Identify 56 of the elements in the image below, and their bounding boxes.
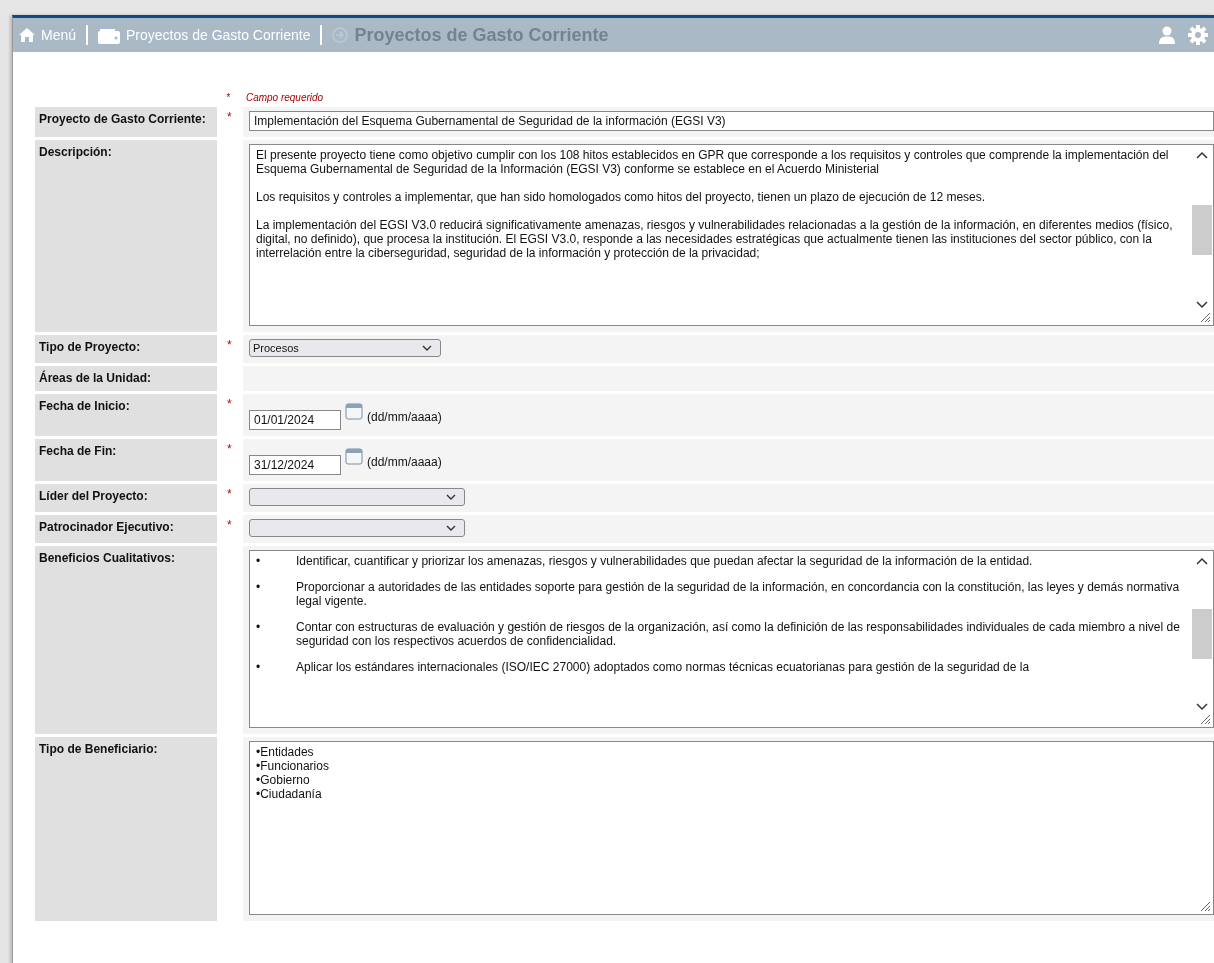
paragraph: El presente proyecto tiene como objetivo cumplir con los 108 hitos establecidos en GPR que corresponde a los requisitos y controles que comprende la implementación del Esquema Gubernamental de Seguridad de la Información (EGSI V3) conforme se establece en el Acuerdo Ministerial <box>256 148 1170 176</box>
text-field[interactable]: Implementación del Esquema Gubernamental de Seguridad de la información (EGSI V3) <box>249 111 1214 131</box>
resize-grip-icon[interactable] <box>1199 311 1211 323</box>
date-format-hint: (dd/mm/aaaa) <box>367 410 442 424</box>
required-mark: * <box>226 92 230 103</box>
required-mark: * <box>226 441 232 456</box>
chevron-down-icon <box>446 494 456 500</box>
home-icon <box>19 28 35 42</box>
paragraph: Proporcionar a autoridades de las entidades soporte para gestión de la seguridad de la información, en concordancia con la constitución, las leyes y demás normativa legal vigente. <box>296 580 1181 608</box>
scroll-up-icon[interactable] <box>1196 557 1208 565</box>
list-line: •Ciudadanía <box>256 787 323 801</box>
bullet: • <box>256 580 262 596</box>
dropdown[interactable]: Procesos <box>249 339 441 357</box>
paragraph: Contar con estructuras de evaluación y gestión de riesgos de la organización, así como la definición de las responsabilidades individuales de cada miembro a nivel de seguridad con los respectivos acuerdos de confidencialidad. <box>296 620 1181 648</box>
required-mark: * <box>226 337 232 352</box>
text-area[interactable] <box>249 550 1214 728</box>
bullet: • <box>256 620 262 636</box>
paragraph: Los requisitos y controles a implementar, que han sido homologados como hitos del proyecto, tienen un plazo de ejecución de 12 meses. <box>256 190 987 204</box>
resize-grip-icon[interactable] <box>1199 900 1211 912</box>
wallet-icon <box>98 26 121 44</box>
list-line: •Entidades <box>256 745 315 759</box>
field-label: Proyecto de Gasto Corriente: <box>35 107 217 137</box>
text-area[interactable] <box>249 144 1214 326</box>
date-format-hint: (dd/mm/aaaa) <box>367 455 442 469</box>
field-label: Fecha de Inicio: <box>35 394 217 436</box>
date-field[interactable]: 31/12/2024 <box>249 455 341 475</box>
resize-grip-icon[interactable] <box>1199 713 1211 725</box>
bullet: • <box>256 660 262 674</box>
required-mark: * <box>226 109 232 124</box>
field-label: Beneficios Cualitativos: <box>35 546 217 734</box>
scroll-down-icon[interactable] <box>1196 301 1208 309</box>
required-mark: * <box>226 396 232 411</box>
list-line: •Gobierno <box>256 773 311 787</box>
text-area[interactable]: •Entidades •Funcionarios •Gobierno •Ciudadanía <box>249 741 1214 915</box>
scroll-up-icon[interactable] <box>1196 151 1208 159</box>
field-label: Tipo de Beneficiario: <box>35 737 217 921</box>
field-label: Líder del Proyecto: <box>35 484 217 512</box>
field-label: Patrocinador Ejecutivo: <box>35 515 217 543</box>
dropdown[interactable] <box>249 519 465 537</box>
chevron-down-icon <box>446 525 456 531</box>
field-label: Tipo de Proyecto: <box>35 335 217 363</box>
bullet: • <box>256 554 262 568</box>
paragraph: Aplicar los estándares internacionales (ISO/IEC 27000) adoptados como normas técnicas ecuatorianas para gestión de la seguridad de la <box>296 660 1030 674</box>
dropdown[interactable] <box>249 488 465 506</box>
paragraph: Identificar, cuantificar y priorizar los amenazas, riesgos y vulnerabilidades que puedan afectar la seguridad de la información de la entidad. <box>296 554 1033 568</box>
date-field[interactable]: 01/01/2024 <box>249 410 341 430</box>
field-label: Fecha de Fin: <box>35 439 217 481</box>
required-mark: * <box>226 486 232 501</box>
field-label: Descripción: <box>35 140 217 332</box>
paragraph: La implementación del EGSI V3.0 reducirá significativamente amenazas, riesgos y vulnerabilidades relacionadas a la gestión de la información, en diferentes medios (físico, digital, no definido), que procesa la institución. El EGSI V3.0, responde a las necesidades estratégicas que actualmente tienen las instituciones del sector público, con la interrelación entre la ciberseguridad, seguridad de la información y protección de la privacidad; <box>256 218 1174 260</box>
required-mark: * <box>226 517 232 532</box>
list-line: •Funcionarios <box>256 759 330 773</box>
scroll-down-icon[interactable] <box>1196 703 1208 711</box>
required-note: Campo requerido <box>245 92 324 103</box>
chevron-down-icon <box>422 345 432 351</box>
field-label: Áreas de la Unidad: <box>35 366 217 391</box>
